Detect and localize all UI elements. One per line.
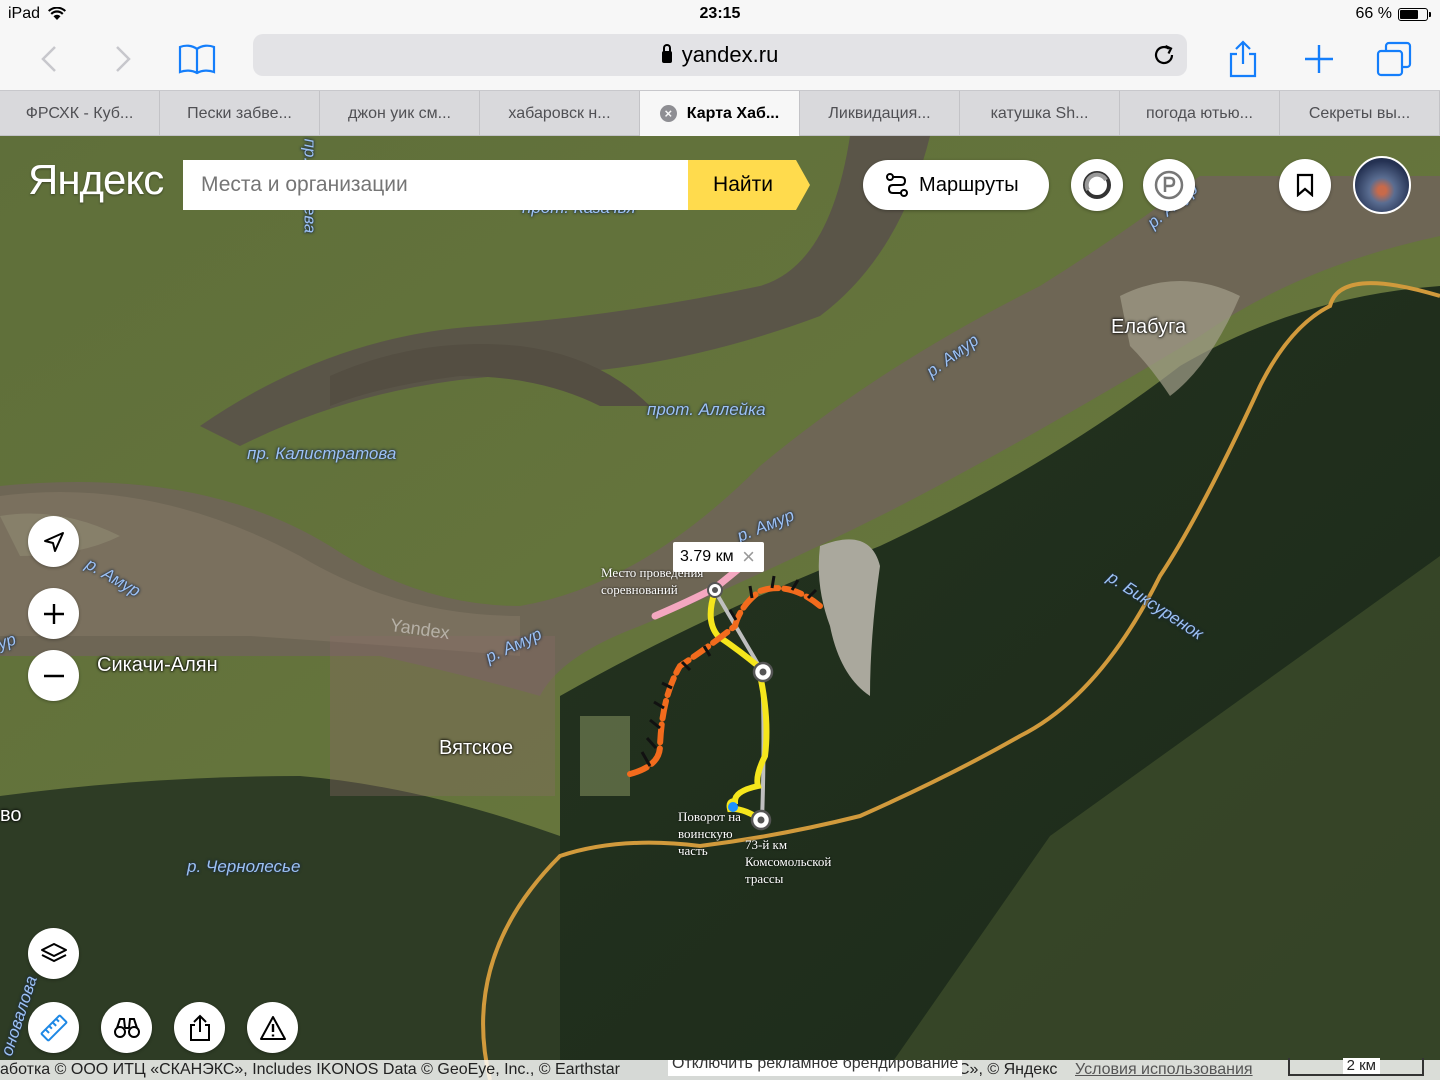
distance-tooltip: 3.79 км × — [673, 542, 764, 572]
browser-toolbar: yandex.ru — [0, 28, 1440, 90]
tab-label: катушка Sh... — [990, 104, 1089, 122]
tab-item[interactable]: катушка Sh... — [960, 91, 1120, 136]
ruler-icon — [40, 1014, 67, 1041]
tab-label: хабаровск н... — [508, 104, 611, 122]
battery-percent: 66 % — [1355, 5, 1392, 22]
traffic-icon — [1083, 171, 1111, 199]
tab-item[interactable]: джон уик см... — [320, 91, 480, 136]
open-book-icon — [178, 44, 216, 75]
scale-bar: 2 км — [1288, 1058, 1424, 1076]
layers-icon — [40, 942, 67, 962]
tab-strip: ФРСХК - Куб... Пески забве... джон уик с… — [0, 90, 1440, 136]
copyright-bar: аботка © ООО ИТЦ «СКАНЭКС», Includes IKO… — [0, 1060, 1440, 1080]
url-text: yandex.ru — [681, 42, 779, 67]
locate-button[interactable] — [28, 516, 79, 567]
avatar[interactable] — [1353, 156, 1411, 214]
new-tab-button[interactable] — [1296, 36, 1342, 82]
plus-icon — [1305, 45, 1333, 73]
layers-button[interactable] — [28, 928, 79, 979]
scale-label: 2 км — [1342, 1058, 1380, 1074]
close-icon[interactable]: × — [734, 544, 764, 570]
tab-item[interactable]: погода ютью... — [1120, 91, 1280, 136]
share-icon — [189, 1014, 210, 1041]
share-button[interactable] — [1220, 36, 1266, 82]
search-button[interactable]: Найти — [688, 160, 810, 210]
zoom-out-button[interactable] — [28, 650, 79, 701]
tab-label: погода ютью... — [1146, 104, 1253, 122]
distance-value: 3.79 км — [680, 548, 734, 565]
bookmark-icon — [1296, 173, 1314, 197]
satellite-imagery — [0, 136, 1440, 1080]
bookmarks-button[interactable] — [174, 36, 220, 82]
clock: 23:15 — [699, 5, 741, 22]
tab-item[interactable]: Секреты вы... — [1280, 91, 1440, 136]
plus-icon — [43, 603, 64, 624]
routes-label: Маршруты — [919, 173, 1019, 196]
tab-label: джон уик см... — [348, 104, 451, 122]
minus-icon — [43, 674, 64, 677]
close-tab-icon[interactable]: × — [659, 105, 677, 122]
chevron-right-icon — [116, 46, 131, 72]
terms-link[interactable]: Условия использования — [1075, 1060, 1253, 1080]
back-button[interactable] — [26, 36, 72, 82]
search-input[interactable] — [183, 160, 688, 210]
forward-button[interactable] — [100, 36, 146, 82]
river-label: прот. Аллейка — [647, 400, 766, 419]
tab-label: Секреты вы... — [1308, 104, 1411, 122]
tabs-icon — [1376, 41, 1412, 77]
panorama-button[interactable] — [101, 1002, 152, 1053]
tab-item[interactable]: хабаровск н... — [480, 91, 640, 136]
river-label: р. Чернолесье — [187, 857, 301, 876]
chevron-left-icon — [41, 46, 56, 72]
copyright-text: аботка © ООО ИТЦ «СКАНЭКС», Includes IKO… — [0, 1061, 620, 1078]
warning-icon — [259, 1015, 286, 1040]
traffic-button[interactable] — [1071, 159, 1123, 211]
routes-button[interactable]: Маршруты — [863, 160, 1049, 210]
tab-item-active[interactable]: × Карта Хаб... — [640, 91, 800, 136]
share-icon — [1229, 40, 1257, 78]
tab-label: Карта Хаб... — [686, 104, 780, 122]
battery-icon — [1398, 7, 1431, 21]
lock-icon — [661, 44, 672, 63]
river-label: пр. Калистратова — [247, 444, 397, 463]
tab-item[interactable]: Ликвидация... — [800, 91, 960, 136]
location-arrow-icon — [43, 531, 64, 552]
disable-branding-link[interactable]: Отключить рекламное брендирование — [668, 1060, 963, 1076]
route-icon — [886, 173, 908, 197]
reload-icon[interactable] — [1151, 42, 1177, 68]
parking-button[interactable] — [1143, 159, 1195, 211]
ruler-button[interactable] — [28, 1002, 79, 1053]
place-label-vyatskoe[interactable]: Вятское — [439, 737, 513, 760]
tab-label: Пески забве... — [187, 104, 292, 122]
tab-item[interactable]: ФРСХК - Куб... — [0, 91, 160, 136]
report-button[interactable] — [247, 1002, 298, 1053]
bookmark-button[interactable] — [1279, 159, 1331, 211]
tab-label: ФРСХК - Куб... — [25, 104, 134, 122]
copyright-tail: С», © Яндекс — [958, 1061, 1058, 1078]
status-bar: iPad 23:15 66 % — [0, 0, 1440, 28]
binoculars-icon — [113, 1017, 140, 1038]
map-view[interactable]: Елабуга Сикачи-Алян Вятское во р. Амур р… — [0, 136, 1440, 1080]
tab-item[interactable]: Пески забве... — [160, 91, 320, 136]
place-label-elabuga[interactable]: Елабуга — [1111, 316, 1186, 339]
tabs-button[interactable] — [1371, 36, 1417, 82]
note-km73: 73-й км Комсомольской трассы — [745, 837, 832, 886]
tab-label: Ликвидация... — [828, 104, 931, 122]
share-map-button[interactable] — [174, 1002, 225, 1053]
address-bar[interactable]: yandex.ru — [253, 34, 1187, 76]
yandex-logo[interactable]: Яндекс — [28, 156, 164, 204]
parking-icon — [1154, 170, 1184, 200]
place-label-edge: во — [0, 804, 22, 826]
note-turn: Поворот на воинскую часть — [678, 809, 741, 858]
place-label-sikachi[interactable]: Сикачи-Алян — [97, 654, 218, 677]
zoom-in-button[interactable] — [28, 588, 79, 639]
